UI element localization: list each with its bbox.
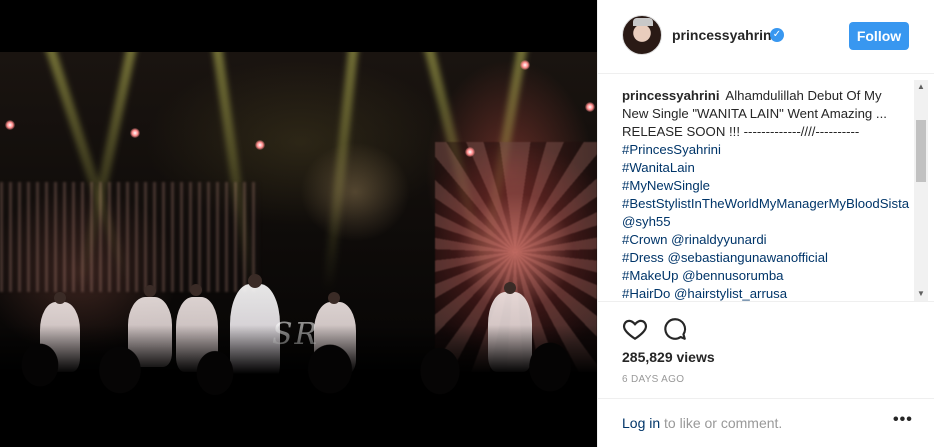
- stage-spotlight: [520, 60, 530, 70]
- scrollbar-thumb[interactable]: [916, 120, 926, 182]
- stage-spotlight: [130, 128, 140, 138]
- mention-link[interactable]: @hairstylist_arrusa: [674, 286, 787, 301]
- verified-badge-icon: ✓: [770, 28, 784, 42]
- hashtag-link[interactable]: #PrincesSyahrini: [622, 142, 721, 157]
- stage-screen-left: [0, 182, 260, 292]
- stage-spotlight: [255, 140, 265, 150]
- hashtag-link[interactable]: #MyNewSingle: [622, 178, 710, 193]
- hashtag-link[interactable]: #BestStylistInTheWorldMyManagerMyBloodSi…: [622, 196, 909, 211]
- mention-link[interactable]: @sebastiangunawanofficial: [667, 250, 828, 265]
- scroll-down-arrow-icon[interactable]: ▼: [914, 287, 928, 301]
- dancer-head: [144, 285, 156, 297]
- post-header: princessyahrini ✓ Follow: [598, 0, 934, 74]
- post-media[interactable]: SR: [0, 0, 597, 447]
- login-prompt-text: to like or comment.: [660, 415, 783, 431]
- lead-singer-head: [248, 274, 262, 288]
- mention-link[interactable]: @bennusorumba: [682, 268, 783, 283]
- post-side-panel: princessyahrini ✓ Follow princessyahrini…: [597, 0, 934, 447]
- login-prompt-row: Log in to like or comment. •••: [598, 398, 934, 447]
- mention-link[interactable]: @rinaldyyunardi: [671, 232, 767, 247]
- stage-spotlight: [585, 102, 595, 112]
- view-count[interactable]: 285,829 views: [622, 349, 715, 365]
- hashtag-link[interactable]: #MakeUp: [622, 268, 678, 283]
- username-link[interactable]: princessyahrini: [672, 27, 776, 43]
- dancer-head: [54, 292, 66, 304]
- hashtag-link[interactable]: #Dress: [622, 250, 664, 265]
- hashtag-link[interactable]: #WanitaLain: [622, 160, 695, 175]
- audience-silhouettes: [0, 325, 597, 395]
- stage-spotlight: [5, 120, 15, 130]
- avatar[interactable]: [622, 15, 662, 55]
- comment-icon[interactable]: [662, 316, 688, 342]
- stage-screen-center: [300, 142, 410, 242]
- follow-button[interactable]: Follow: [849, 22, 909, 50]
- hashtag-link[interactable]: #Crown: [622, 232, 667, 247]
- mention-link[interactable]: @syh55: [622, 214, 671, 229]
- login-link[interactable]: Log in: [622, 415, 660, 431]
- dancer-head: [190, 284, 202, 296]
- login-prompt: Log in to like or comment.: [622, 415, 782, 431]
- caption-comment: princessyahrini Alhamdulillah Debut Of M…: [622, 87, 910, 301]
- post-actions: 285,829 views 6 DAYS AGO Log in to like …: [598, 301, 934, 447]
- dancer-head: [504, 282, 516, 294]
- dancer-head: [328, 292, 340, 304]
- more-options-icon[interactable]: •••: [893, 411, 913, 429]
- scroll-up-arrow-icon[interactable]: ▲: [914, 80, 928, 94]
- caption-username[interactable]: princessyahrini: [622, 88, 719, 103]
- post-timestamp[interactable]: 6 DAYS AGO: [622, 374, 684, 385]
- heart-icon[interactable]: [622, 316, 648, 342]
- comments-scrollbar[interactable]: ▲ ▼: [914, 80, 928, 301]
- hashtag-link[interactable]: #HairDo: [622, 286, 670, 301]
- stage-spotlight: [465, 147, 475, 157]
- video-player[interactable]: SR: [0, 52, 597, 395]
